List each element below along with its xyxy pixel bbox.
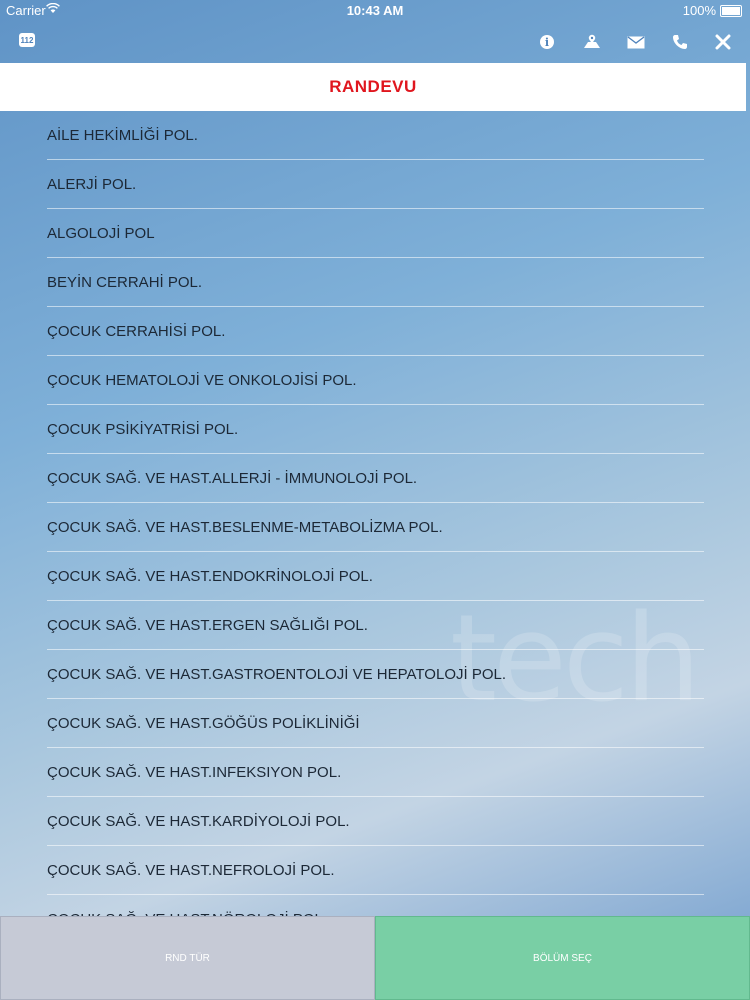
emergency-112-icon[interactable]: 112 bbox=[19, 33, 35, 47]
list-item[interactable]: ÇOCUK SAĞ. VE HAST.ERGEN SAĞLIĞI POL. bbox=[47, 601, 704, 650]
list-item[interactable]: ÇOCUK SAĞ. VE HAST.NÖROLOJİ POL. bbox=[47, 895, 704, 917]
phone-icon[interactable] bbox=[668, 30, 692, 54]
bottom-bar: RND TÜR BÖLÜM SEÇ bbox=[0, 916, 750, 1000]
info-icon[interactable]: i bbox=[535, 30, 559, 54]
list-item[interactable]: ÇOCUK SAĞ. VE HAST.GÖĞÜS POLİKLİNİĞİ bbox=[47, 699, 704, 748]
status-bar: Carrier 10:43 AM 100% bbox=[0, 0, 750, 22]
select-department-button[interactable]: BÖLÜM SEÇ bbox=[375, 916, 750, 1000]
status-time: 10:43 AM bbox=[346, 3, 404, 18]
list-item[interactable]: ALGOLOJİ POL bbox=[47, 209, 704, 258]
list-item[interactable]: ÇOCUK CERRAHİSİ POL. bbox=[47, 307, 704, 356]
list-item[interactable]: ÇOCUK PSİKİYATRİSİ POL. bbox=[47, 405, 704, 454]
list-item[interactable]: ÇOCUK SAĞ. VE HAST.KARDİYOLOJİ POL. bbox=[47, 797, 704, 846]
list-item[interactable]: BEYİN CERRAHİ POL. bbox=[47, 258, 704, 307]
list-item[interactable]: ÇOCUK SAĞ. VE HAST.BESLENME-METABOLİZMA … bbox=[47, 503, 704, 552]
list-item[interactable]: ÇOCUK SAĞ. VE HAST.INFEKSIYON POL. bbox=[47, 748, 704, 797]
list-item[interactable]: AİLE HEKİMLİĞİ POL. bbox=[47, 111, 704, 160]
page-title: RANDEVU bbox=[329, 77, 417, 96]
battery-percent: 100% bbox=[682, 3, 716, 18]
page-header: RANDEVU bbox=[0, 63, 746, 111]
list-item[interactable]: ÇOCUK SAĞ. VE HAST.NEFROLOJİ POL. bbox=[47, 846, 704, 895]
mail-icon[interactable] bbox=[624, 30, 648, 54]
appointment-type-button[interactable]: RND TÜR bbox=[0, 916, 375, 1000]
list-item[interactable]: ÇOCUK SAĞ. VE HAST.ENDOKRİNOLOJİ POL. bbox=[47, 552, 704, 601]
toolbar: 112 i bbox=[0, 22, 750, 62]
list-item[interactable]: ÇOCUK SAĞ. VE HAST.ALLERJİ - İMMUNOLOJİ … bbox=[47, 454, 704, 503]
list-item[interactable]: ÇOCUK SAĞ. VE HAST.GASTROENTOLOJİ VE HEP… bbox=[47, 650, 704, 699]
department-list: AİLE HEKİMLİĞİ POL. ALERJİ POL. ALGOLOJİ… bbox=[47, 111, 704, 916]
list-item[interactable]: ÇOCUK HEMATOLOJİ VE ONKOLOJİSİ POL. bbox=[47, 356, 704, 405]
battery-icon bbox=[720, 5, 742, 17]
map-icon[interactable] bbox=[580, 30, 604, 54]
close-icon[interactable] bbox=[711, 30, 735, 54]
list-item[interactable]: ALERJİ POL. bbox=[47, 160, 704, 209]
